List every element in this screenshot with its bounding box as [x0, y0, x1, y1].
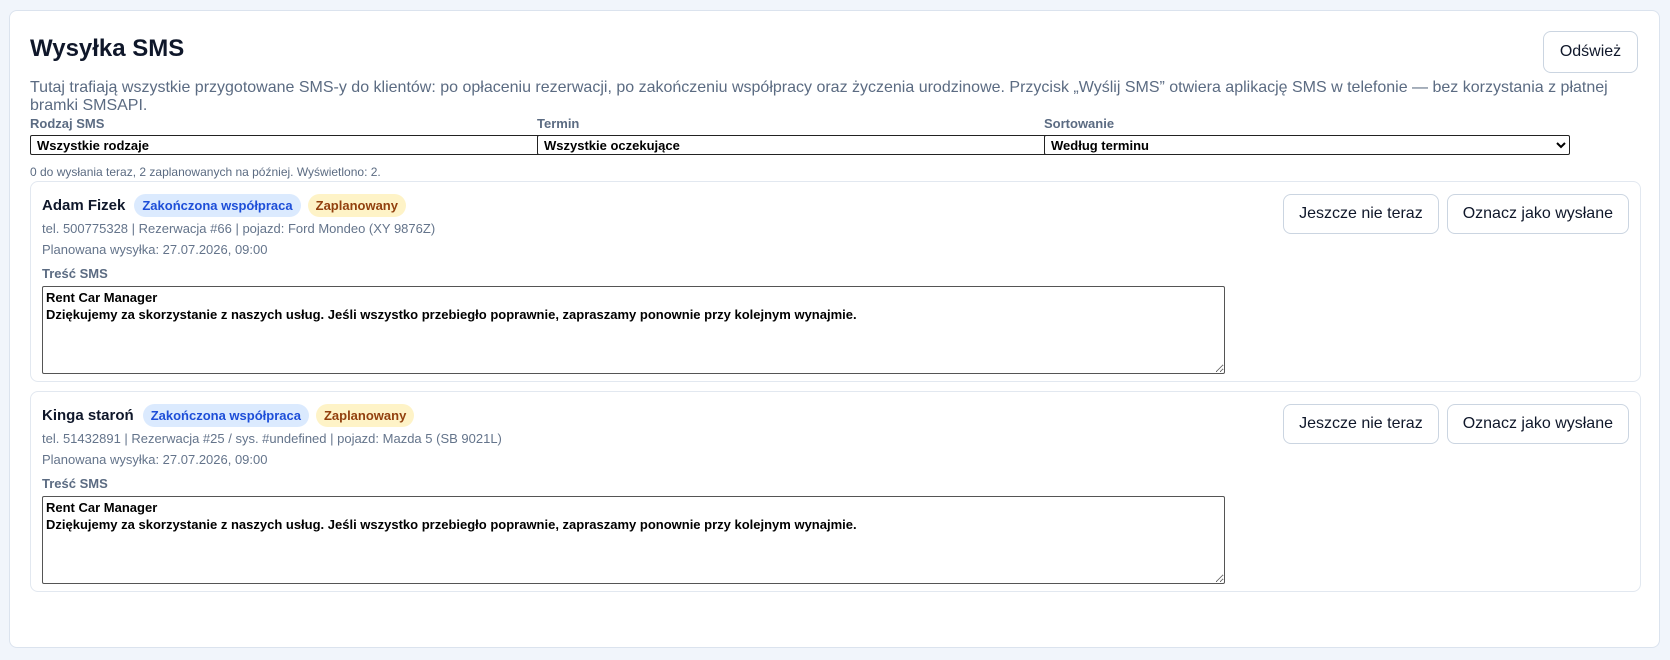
sms-card: Adam Fizek Zakończona współpraca Zaplano…	[30, 181, 1641, 382]
sort-select[interactable]: Według terminu	[1044, 135, 1570, 155]
term-select[interactable]: Wszystkie oczekujące	[537, 135, 1063, 155]
filter-sort-label: Sortowanie	[1044, 116, 1115, 131]
mark-sent-button[interactable]: Oznacz jako wysłane	[1446, 194, 1629, 234]
reservation-details: tel. 500775328 | Rezerwacja #66 | pojazd…	[42, 221, 436, 236]
status-badge: Zaplanowany	[315, 404, 415, 427]
filter-term-label: Termin	[537, 116, 580, 131]
filter-term: Termin Wszystkie oczekujące	[537, 116, 1063, 155]
page-title: Wysyłka SMS	[30, 35, 185, 62]
sms-panel: Wysyłka SMS Odśwież Tutaj trafiają wszys…	[9, 10, 1660, 648]
card-actions: Jeszcze nie teraz Oznacz jako wysłane	[1283, 404, 1629, 444]
filter-sms-type: Rodzaj SMS Wszystkie rodzaje	[30, 116, 556, 155]
page-description: Tutaj trafiają wszystkie przygotowane SM…	[30, 79, 1608, 114]
filters-bar: Rodzaj SMS Wszystkie rodzaje Termin Wszy…	[30, 116, 1641, 160]
card-header: Adam Fizek Zakończona współpraca Zaplano…	[42, 194, 406, 217]
status-badge: Zaplanowany	[307, 194, 406, 217]
card-header: Kinga staroń Zakończona współpraca Zapla…	[42, 404, 415, 427]
reservation-details: tel. 51432891 | Rezerwacja #25 / sys. #u…	[42, 431, 502, 446]
sms-type-select[interactable]: Wszystkie rodzaje	[30, 135, 556, 155]
refresh-button[interactable]: Odśwież	[1543, 31, 1638, 73]
scheduled-time: Planowana wysyłka: 27.07.2026, 09:00	[42, 242, 268, 257]
filter-sms-type-label: Rodzaj SMS	[30, 116, 105, 131]
sms-type-badge: Zakończona współpraca	[142, 404, 309, 427]
client-name: Kinga staroń	[42, 407, 134, 424]
sms-content-label: Treść SMS	[42, 476, 108, 491]
sms-content-textarea[interactable]: Rent Car Manager Dziękujemy za skorzysta…	[42, 496, 1225, 584]
not-now-button[interactable]: Jeszcze nie teraz	[1283, 194, 1439, 234]
sms-type-badge: Zakończona współpraca	[134, 194, 301, 217]
scheduled-time: Planowana wysyłka: 27.07.2026, 09:00	[42, 452, 268, 467]
client-name: Adam Fizek	[42, 197, 126, 214]
sms-content-label: Treść SMS	[42, 266, 108, 281]
not-now-button[interactable]: Jeszcze nie teraz	[1283, 404, 1439, 444]
sms-content-textarea[interactable]: Rent Car Manager Dziękujemy za skorzysta…	[42, 286, 1225, 374]
card-actions: Jeszcze nie teraz Oznacz jako wysłane	[1283, 194, 1629, 234]
filter-sort: Sortowanie Według terminu	[1044, 116, 1570, 155]
sms-card: Kinga staroń Zakończona współpraca Zapla…	[30, 391, 1641, 592]
mark-sent-button[interactable]: Oznacz jako wysłane	[1446, 404, 1629, 444]
summary-text: 0 do wysłania teraz, 2 zaplanowanych na …	[30, 165, 381, 179]
